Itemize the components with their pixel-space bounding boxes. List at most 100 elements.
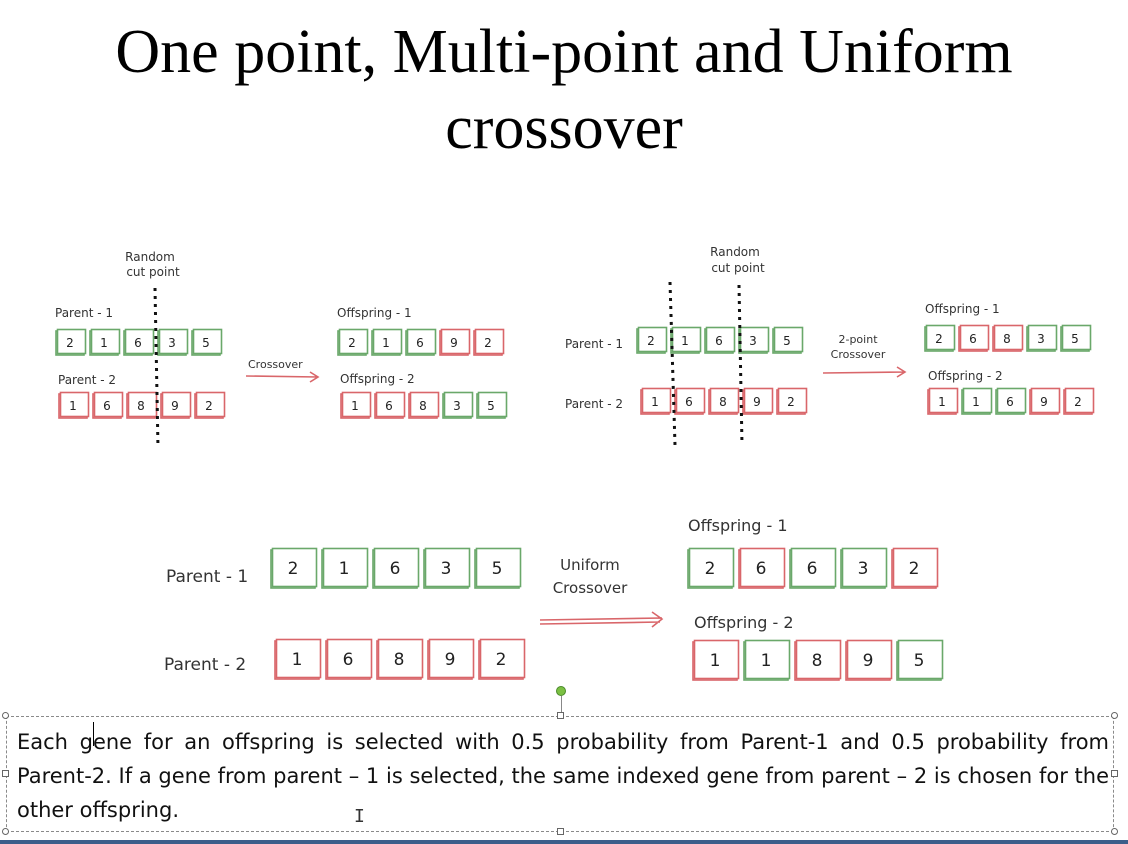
gene-value: 2 [1074, 395, 1082, 409]
gene-value: 6 [390, 559, 401, 579]
gene-value: 6 [685, 395, 693, 409]
one-point-parent1-row: 2 1 6 3 5 [55, 328, 223, 356]
gene-value: 2 [935, 332, 943, 346]
description-text[interactable]: Each gene for an offspring is selected w… [17, 725, 1109, 827]
uniform-operation-label-2: Crossover [553, 579, 628, 597]
uniform-parent1-label: Parent - 1 [166, 567, 248, 587]
one-point-crossover: Random cut point Parent - 1 Parent - 2 2… [55, 250, 508, 449]
resize-handle-top[interactable] [557, 712, 564, 719]
gene-value: 1 [339, 559, 350, 579]
two-point-operation-label-1: 2-point [838, 333, 878, 346]
resize-handle-left[interactable] [2, 770, 9, 777]
two-point-operation-label-2: Crossover [831, 348, 886, 361]
gene-value: 1 [972, 395, 980, 409]
gene-value: 6 [103, 399, 111, 413]
text-caret [93, 722, 94, 746]
ibeam-cursor-icon: I [354, 806, 365, 827]
gene-value: 1 [761, 651, 772, 671]
gene-value: 2 [909, 559, 920, 579]
one-point-offspring2-row: 1 6 8 3 5 [340, 391, 508, 419]
gene-value: 1 [100, 336, 108, 350]
two-point-offspring2-label: Offspring - 2 [928, 369, 1003, 383]
gene-value: 2 [348, 336, 356, 350]
one-point-cut-line [153, 287, 160, 449]
gene-value: 8 [719, 395, 727, 409]
two-point-parent1-row: 2 1 6 3 5 [636, 326, 804, 354]
uniform-offspring1-row: 2 6 6 3 2 [687, 547, 939, 589]
gene-value: 9 [863, 651, 874, 671]
uniform-crossover: Parent - 1 Parent - 2 2 1 6 3 5 1 6 8 9 2 Unifor… [164, 516, 944, 681]
gene-value: 2 [647, 334, 655, 348]
resize-handle-bottom-right[interactable] [1111, 828, 1118, 835]
gene-value: 8 [419, 399, 427, 413]
gene-value: 3 [453, 399, 461, 413]
gene-value: 9 [171, 399, 179, 413]
gene-value: 2 [66, 336, 74, 350]
gene-value: 9 [753, 395, 761, 409]
one-point-parent2-label: Parent - 2 [58, 373, 116, 387]
uniform-offspring1-label: Offspring - 1 [688, 516, 788, 535]
gene-value: 5 [783, 334, 791, 348]
two-point-arrow [822, 366, 907, 378]
gene-value: 1 [938, 395, 946, 409]
resize-handle-top-left[interactable] [2, 712, 9, 719]
gene-value: 8 [812, 651, 823, 671]
one-point-parent2-row: 1 6 8 9 2 [58, 391, 226, 419]
two-point-cut-line-1 [668, 281, 677, 446]
gene-value: 1 [292, 650, 303, 670]
gene-value: 6 [1006, 395, 1014, 409]
uniform-parent2-row: 1 6 8 9 2 [274, 638, 526, 680]
one-point-offspring1-row: 21692 [337, 328, 505, 356]
gene-value: 9 [450, 336, 458, 350]
gene-value: 2 [496, 650, 507, 670]
gene-value: 6 [807, 559, 818, 579]
gene-value: 2 [205, 399, 213, 413]
gene-value: 1 [710, 651, 721, 671]
gene-value: 8 [137, 399, 145, 413]
uniform-offspring2-label: Offspring - 2 [694, 613, 794, 632]
gene-value: 8 [1003, 332, 1011, 346]
resize-handle-top-right[interactable] [1111, 712, 1118, 719]
two-point-cut-line-2 [737, 284, 744, 446]
gene-value: 6 [756, 559, 767, 579]
gene-value: 3 [749, 334, 757, 348]
gene-value: 1 [69, 399, 77, 413]
two-point-offspring1-row: 2 6 8 3 5 [924, 324, 1092, 352]
gene-value: 2 [288, 559, 299, 579]
two-point-offspring2-row: 11692 [927, 387, 1095, 415]
resize-handle-right[interactable] [1111, 770, 1118, 777]
window-bottom-bar [0, 840, 1128, 844]
one-point-operation-label: Crossover [248, 358, 303, 371]
gene-value: 3 [1037, 332, 1045, 346]
gene-value: 6 [343, 650, 354, 670]
gene-value: 2 [787, 395, 795, 409]
uniform-operation-label-1: Uniform [560, 556, 620, 574]
one-point-parent1-label: Parent - 1 [55, 306, 113, 320]
gene-value: 5 [914, 651, 925, 671]
gene-value: 1 [681, 334, 689, 348]
rotate-handle[interactable] [556, 686, 566, 696]
one-point-offspring2-label: Offspring - 2 [340, 372, 415, 386]
description-textbox[interactable]: Each gene for an offspring is selected w… [6, 716, 1114, 832]
uniform-offspring2-row: 1 1 8 9 5 [692, 639, 944, 681]
two-point-crossover: Random cut point Parent - 1 Parent - 2 2… [565, 245, 1095, 446]
gene-value: 2 [484, 336, 492, 350]
gene-value: 8 [394, 650, 405, 670]
gene-value: 6 [416, 336, 424, 350]
gene-value: 3 [168, 336, 176, 350]
crossover-diagram: Random cut point Parent - 1 Parent - 2 2… [55, 245, 1095, 681]
resize-handle-bottom[interactable] [557, 828, 564, 835]
gene-value: 6 [715, 334, 723, 348]
gene-value: 5 [487, 399, 495, 413]
gene-value: 6 [134, 336, 142, 350]
gene-value: 1 [351, 399, 359, 413]
one-point-cut-label-2: cut point [126, 265, 180, 279]
two-point-offspring1-label: Offspring - 1 [925, 302, 1000, 316]
gene-value: 5 [492, 559, 503, 579]
two-point-cut-label-1: Random [710, 245, 760, 259]
uniform-parent1-row: 2 1 6 3 5 [270, 547, 522, 589]
uniform-parent2-label: Parent - 2 [164, 655, 246, 675]
one-point-arrow [245, 371, 320, 383]
two-point-parent2-row: 1 6 8 9 2 [640, 387, 808, 415]
resize-handle-bottom-left[interactable] [2, 828, 9, 835]
